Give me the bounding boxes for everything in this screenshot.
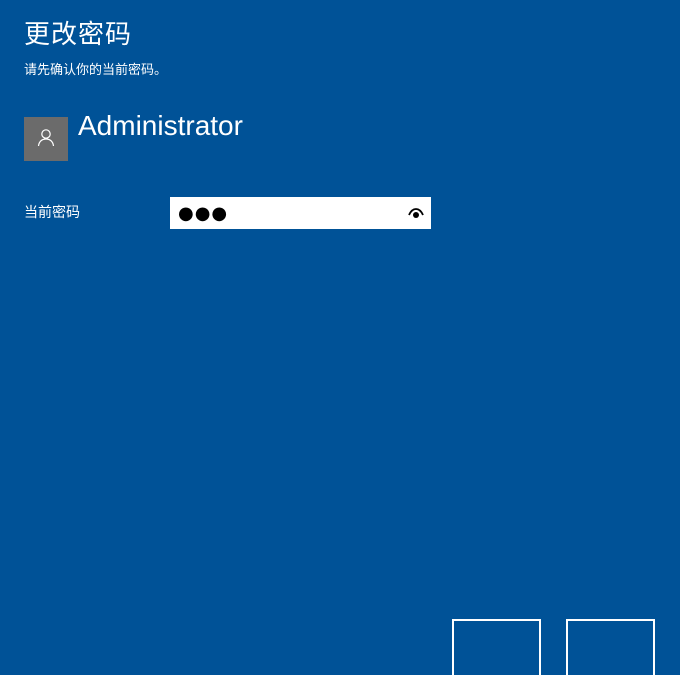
- next-button[interactable]: [452, 619, 541, 675]
- page-title: 更改密码: [24, 20, 133, 50]
- page-subtitle: 请先确认你的当前密码。: [24, 63, 168, 78]
- user-icon: [36, 127, 56, 151]
- current-password-label: 当前密码: [24, 205, 80, 221]
- eye-icon[interactable]: [407, 205, 425, 221]
- cancel-button[interactable]: [566, 619, 655, 675]
- current-password-input[interactable]: [178, 197, 398, 229]
- username: Administrator: [78, 110, 243, 141]
- current-password-field[interactable]: [170, 197, 431, 229]
- avatar: [24, 117, 68, 161]
